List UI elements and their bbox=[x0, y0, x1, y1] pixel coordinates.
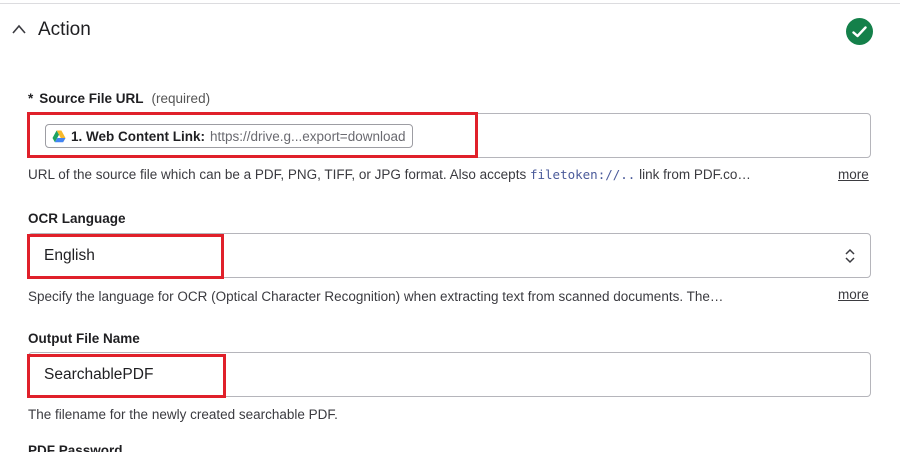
source-file-url-label-text: Source File URL bbox=[39, 91, 144, 106]
required-note: (required) bbox=[151, 91, 211, 106]
ocr-language-label: OCR Language bbox=[28, 211, 126, 226]
action-section-header[interactable]: Action bbox=[0, 8, 900, 54]
highlight-box-source-file bbox=[27, 112, 478, 158]
output-file-help: The filename for the newly created searc… bbox=[28, 407, 338, 422]
source-file-help-prefix: URL of the source file which can be a PD… bbox=[28, 167, 527, 182]
source-file-more-link[interactable]: more bbox=[838, 167, 869, 182]
source-file-help-suffix: link from PDF.co… bbox=[639, 167, 751, 182]
pdf-password-label: PDF Password bbox=[28, 443, 123, 452]
chevron-up-down-icon[interactable] bbox=[844, 246, 856, 266]
section-title: Action bbox=[38, 19, 91, 40]
filetoken-code: filetoken://.. bbox=[529, 167, 636, 182]
highlight-box-ocr-language bbox=[27, 234, 224, 279]
check-circle-icon bbox=[846, 18, 873, 45]
ocr-language-help: Specify the language for OCR (Optical Ch… bbox=[28, 289, 724, 304]
required-marker: * bbox=[28, 91, 34, 106]
source-file-url-label: * Source File URL (required) bbox=[28, 91, 210, 106]
source-file-help: URL of the source file which can be a PD… bbox=[28, 167, 751, 182]
output-file-name-label: Output File Name bbox=[28, 331, 140, 346]
chevron-up-icon[interactable] bbox=[12, 24, 26, 34]
highlight-box-output-file bbox=[27, 354, 226, 398]
ocr-language-more-link[interactable]: more bbox=[838, 287, 869, 302]
top-divider bbox=[0, 3, 900, 4]
